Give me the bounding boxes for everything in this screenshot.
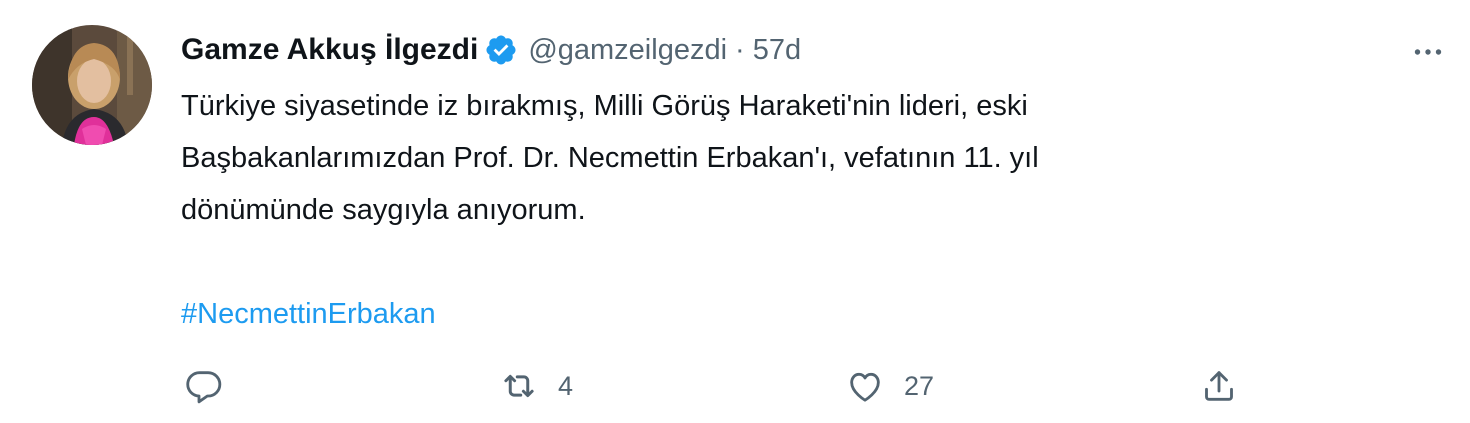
- tweet-header: Gamze Akkuş İlgezdi @gamzeilgezdi · 57d: [181, 26, 1331, 74]
- heart-icon: [844, 365, 886, 407]
- tweet-actions: 4 27: [0, 362, 1470, 410]
- hashtag-link[interactable]: #NecmettinErbakan: [181, 288, 436, 340]
- like-count: 27: [904, 370, 935, 401]
- share-icon: [1198, 365, 1240, 407]
- more-options-button[interactable]: [1408, 32, 1448, 72]
- tweet-timestamp[interactable]: 57d: [753, 34, 801, 67]
- separator-dot: ·: [735, 33, 745, 66]
- verified-badge-icon[interactable]: [484, 33, 518, 67]
- share-button[interactable]: [1198, 362, 1240, 410]
- tweet-card[interactable]: Gamze Akkuş İlgezdi @gamzeilgezdi · 57d …: [0, 0, 1470, 423]
- reply-button[interactable]: [183, 362, 225, 410]
- retweet-count: 4: [558, 370, 574, 401]
- display-name[interactable]: Gamze Akkuş İlgezdi: [181, 33, 478, 67]
- user-handle[interactable]: @gamzeilgezdi: [528, 34, 727, 67]
- tweet-text: Türkiye siyasetinde iz bırakmış, Milli G…: [181, 90, 1039, 226]
- retweet-button[interactable]: 4: [498, 362, 573, 410]
- like-button[interactable]: 27: [844, 362, 934, 410]
- tweet-content: Gamze Akkuş İlgezdi @gamzeilgezdi · 57d …: [181, 26, 1331, 340]
- avatar[interactable]: [32, 25, 152, 145]
- reply-icon: [183, 365, 225, 407]
- retweet-icon: [498, 365, 540, 407]
- more-icon: [1414, 49, 1442, 55]
